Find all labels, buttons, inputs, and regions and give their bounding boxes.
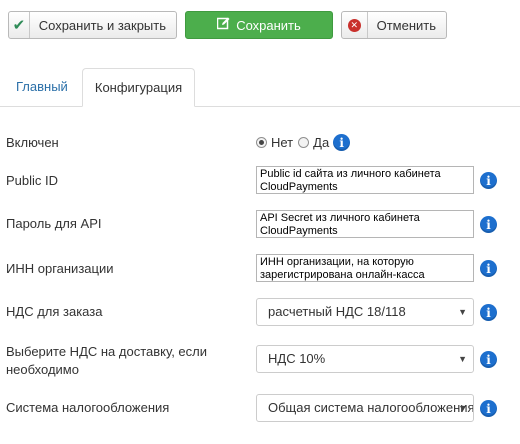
inn-field[interactable]: ИНН организации, на которую зарегистриро… <box>256 254 474 282</box>
cancel-icon: ✕ <box>342 12 368 38</box>
api-password-label: Пароль для API <box>6 216 102 231</box>
public-id-row: Public ID Public id сайта из личного каб… <box>0 166 520 196</box>
save-button[interactable]: Сохранить <box>185 11 333 39</box>
vat-order-value: расчетный НДС 18/118 <box>268 304 406 319</box>
api-password-field[interactable]: API Secret из личного кабинета CloudPaym… <box>256 210 474 238</box>
enabled-row: Включен Нет Да i <box>0 133 520 153</box>
vat-delivery-row: Выберите НДС на доставку, если необходим… <box>0 343 520 379</box>
tab-configuration[interactable]: Конфигурация <box>82 68 195 107</box>
info-icon[interactable]: i <box>480 400 497 417</box>
info-icon[interactable]: i <box>480 216 497 233</box>
info-icon[interactable]: i <box>480 304 497 321</box>
tax-system-value: Общая система налогообложения <box>268 400 474 415</box>
enabled-no-label: Нет <box>271 135 294 150</box>
info-icon[interactable]: i <box>480 351 497 368</box>
enabled-yes-label: Да <box>313 135 330 150</box>
inn-row: ИНН организации ИНН организации, на кото… <box>0 254 520 284</box>
chevron-down-icon: ▼ <box>458 403 467 413</box>
toolbar: ✔ Сохранить и закрыть Сохранить ✕ Отмени… <box>0 0 520 50</box>
enabled-yes-radio[interactable] <box>298 137 310 148</box>
vat-delivery-value: НДС 10% <box>268 351 326 366</box>
vat-delivery-label: Выберите НДС на доставку, если необходим… <box>6 344 207 377</box>
info-icon[interactable]: i <box>333 134 351 151</box>
chevron-down-icon: ▼ <box>458 307 467 317</box>
vat-delivery-select[interactable]: НДС 10% ▼ <box>256 345 474 373</box>
inn-label: ИНН организации <box>6 261 114 276</box>
tax-system-select[interactable]: Общая система налогообложения ▼ <box>256 394 474 422</box>
api-password-row: Пароль для API API Secret из личного каб… <box>0 210 520 240</box>
info-icon[interactable]: i <box>480 172 497 189</box>
check-icon: ✔ <box>9 12 30 38</box>
tab-main[interactable]: Главный <box>2 68 82 106</box>
public-id-label: Public ID <box>6 173 59 188</box>
cancel-label: Отменить <box>376 17 436 33</box>
enabled-radio-group: Нет Да i <box>256 134 351 151</box>
public-id-field[interactable]: Public id сайта из личного кабинета Clou… <box>256 166 474 194</box>
edit-icon <box>216 17 230 33</box>
info-icon[interactable]: i <box>480 260 497 277</box>
save-and-close-button[interactable]: ✔ Сохранить и закрыть <box>8 11 177 39</box>
tax-system-label: Система налогообложения <box>6 400 170 415</box>
save-label: Сохранить <box>236 17 301 33</box>
save-and-close-label: Сохранить и закрыть <box>38 17 166 33</box>
vat-order-select[interactable]: расчетный НДС 18/118 ▼ <box>256 298 474 326</box>
enabled-no-radio[interactable] <box>256 137 267 148</box>
vat-order-label: НДС для заказа <box>6 304 103 319</box>
chevron-down-icon: ▼ <box>458 354 467 364</box>
vat-order-row: НДС для заказа расчетный НДС 18/118 ▼ i <box>0 298 520 328</box>
tax-system-row: Система налогообложения Общая система на… <box>0 394 520 424</box>
enabled-label: Включен <box>6 135 59 150</box>
cancel-button[interactable]: ✕ Отменить <box>341 11 447 39</box>
tab-bar: Главный Конфигурация <box>0 68 520 107</box>
